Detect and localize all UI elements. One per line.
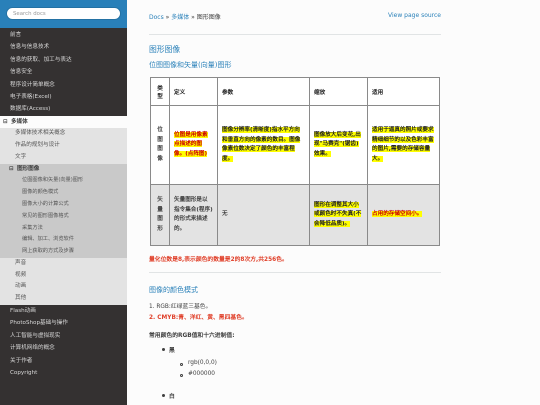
highlighted-text: 图像分辨率(清晰度)指水平方向和垂直方向的像素的数目。图像像素位数决定了颜色的丰…	[222, 127, 301, 162]
quantization-note: 量化位数是8,表示颜色的数量是2的8次方,共256色。	[149, 257, 288, 263]
sidebar-item-preface[interactable]: 前言	[0, 29, 127, 41]
highlighted-text: 位图是用像素点描述的图像。(点阵图)	[174, 131, 208, 157]
sidebar-item-label: 多媒体	[10, 118, 28, 125]
table-row: 矢量图形 矢量图形是以指令集合(程序)的形式来描述的。 无 图形在调整其大小或颜…	[150, 184, 440, 246]
bullet-icon	[162, 348, 165, 351]
divider	[149, 34, 441, 35]
sidebar-anchor-web[interactable]: 网上获取的方式及步骤	[0, 246, 127, 258]
main-content: Docs » 多媒体 » 图形图像 View page source 图形图像 …	[127, 0, 540, 405]
circle-bullet-icon	[180, 363, 183, 366]
page-title: 图形图像	[149, 45, 181, 54]
breadcrumb: Docs » 多媒体 » 图形图像 View page source	[149, 12, 441, 21]
collapse-toggle-icon[interactable]: ⊟	[9, 164, 15, 176]
breadcrumb-current: 图形图像	[196, 14, 221, 21]
breadcrumb-parent-link[interactable]: 多媒体	[171, 14, 189, 21]
table-cell-type: 位图图像	[150, 105, 170, 185]
table-cell-scale: 图像放大后变花,出现"马赛克"(锯齿)效果。	[309, 105, 368, 185]
sidebar-item-access[interactable]: 数据库(Access)	[0, 103, 127, 115]
table-cell-definition: 位图是用像素点描述的图像。(点阵图)	[169, 105, 218, 185]
sidebar-anchor-capture[interactable]: 采集方法	[0, 222, 127, 235]
table-header: 定义	[169, 77, 218, 106]
list-item: rgb(0,0,0)	[188, 360, 217, 366]
sidebar-subitem-planning[interactable]: 作品的规划与设计	[0, 139, 127, 152]
highlighted-text: 图形在调整其大小或颜色时不失真(不会降低品质)。	[314, 201, 362, 227]
sidebar-subitem-text[interactable]: 文字	[0, 151, 127, 164]
sidebar-subitem-animation[interactable]: 动画	[0, 281, 127, 294]
sidebar-item-label: 图形图像	[16, 165, 40, 172]
highlighted-text: 图像放大后变花,出现"马赛克"(锯齿)效果。	[314, 131, 361, 157]
breadcrumb-home-link[interactable]: Docs	[149, 14, 164, 21]
breadcrumb-separator: »	[191, 14, 195, 21]
sidebar-subitem-concepts[interactable]: 多媒体技术相关概念	[0, 128, 127, 140]
list-item: 1. RGB:红绿蓝三基色。	[149, 304, 212, 310]
sidebar-item-info-security[interactable]: 信息安全	[0, 66, 127, 78]
sidebar-item-info-tech[interactable]: 信息与信息技术	[0, 41, 127, 53]
table-cell-scale: 图形在调整其大小或颜色时不失真(不会降低品质)。	[309, 184, 368, 246]
sidebar-anchor-bitmap-vector[interactable]: 位图图像和矢量(向量)图形	[0, 175, 127, 188]
sidebar-header: Search docs	[0, 0, 127, 28]
sidebar-item-multimedia[interactable]: ⊟ 多媒体	[0, 115, 127, 129]
collapse-toggle-icon[interactable]: ⊟	[3, 116, 9, 128]
circle-bullet-icon	[180, 374, 183, 377]
sidebar-subitem-graphics[interactable]: ⊟ 图形图像	[0, 163, 127, 176]
table-row: 位图图像 位图是用像素点描述的图像。(点阵图) 图像分辨率(清晰度)指水平方向和…	[150, 105, 440, 185]
sidebar-subitem-other[interactable]: 其他	[0, 293, 127, 306]
table-cell-params: 图像分辨率(清晰度)指水平方向和垂直方向的像素的数目。图像像素位数决定了颜色的丰…	[217, 105, 310, 185]
table-cell-use: 适用于逼真的照片或要求精细细节的以及色彩丰富的图片,需要的存储容量大。	[367, 105, 440, 185]
sidebar-item-photoshop[interactable]: PhotoShop基础与操作	[0, 317, 127, 330]
sidebar: Search docs 前言 信息与信息技术 信息的获取、加工与表达 信息安全 …	[0, 0, 127, 405]
sidebar-anchor-formats[interactable]: 常见的图形图像格式	[0, 210, 127, 223]
sidebar-nav: 前言 信息与信息技术 信息的获取、加工与表达 信息安全 程序设计简单概念 电子表…	[0, 29, 127, 380]
color-values-caption: 常用颜色的RGB值和十六进制值:	[149, 333, 235, 339]
search-input[interactable]: Search docs	[6, 7, 121, 20]
table-header: 类型	[150, 77, 170, 106]
table-cell-type: 矢量图形	[150, 184, 170, 246]
sidebar-item-excel[interactable]: 电子表格(Excel)	[0, 91, 127, 103]
table-header: 适用	[367, 77, 440, 106]
table-cell-definition: 矢量图形是以指令集合(程序)的形式来描述的。	[169, 184, 218, 246]
view-source-link[interactable]: View page source	[388, 12, 441, 19]
highlighted-text: 适用于逼真的照片或要求精细细节的以及色彩丰富的图片,需要的存储容量大。	[372, 127, 434, 162]
section-heading-color-modes[interactable]: 图像的颜色模式	[149, 285, 198, 295]
list-item: 黑	[169, 348, 175, 354]
breadcrumb-separator: »	[165, 14, 170, 21]
table-header-row: 类型 定义 参数 缩放 适用	[150, 77, 440, 106]
table-header: 缩放	[309, 77, 368, 106]
table-cell-use: 占用的存储空间小。	[367, 184, 440, 246]
table-cell-params: 无	[217, 184, 310, 246]
list-item: 白	[169, 394, 175, 400]
list-item: #000000	[188, 371, 215, 377]
table-header: 参数	[217, 77, 310, 106]
sidebar-anchor-size-formula[interactable]: 图像大小的计算公式	[0, 198, 127, 211]
sidebar-anchor-software[interactable]: 编辑、加工、浏览软件	[0, 234, 127, 247]
highlighted-text: 占用的存储空间小。	[372, 211, 423, 218]
sidebar-item-programming[interactable]: 程序设计简单概念	[0, 79, 127, 91]
section-heading-bitmap-vector[interactable]: 位图图像和矢量(向量)图形	[149, 60, 231, 70]
sidebar-item-info-processing[interactable]: 信息的获取、加工与表达	[0, 54, 127, 66]
list-item: 2. CMYB:青、洋红、黄、黑四基色。	[149, 315, 248, 321]
sidebar-subitem-sound[interactable]: 声音	[0, 257, 127, 270]
sidebar-item-ai-vr[interactable]: 人工智能与虚拟现实	[0, 329, 127, 343]
bullet-icon	[162, 394, 165, 397]
sidebar-item-author[interactable]: 关于作者	[0, 354, 127, 368]
sidebar-item-copyright[interactable]: Copyright	[0, 367, 127, 380]
sidebar-anchor-color-modes[interactable]: 图像的颜色模式	[0, 187, 127, 199]
sidebar-item-network[interactable]: 计算机网络的概念	[0, 342, 127, 355]
sidebar-item-flash[interactable]: Flash动画	[0, 305, 127, 318]
sidebar-subitem-video[interactable]: 视频	[0, 269, 127, 282]
comparison-table: 类型 定义 参数 缩放 适用 位图图像 位图是用像素点描述的图像。(点阵图) 图…	[150, 77, 440, 246]
divider	[149, 272, 441, 273]
